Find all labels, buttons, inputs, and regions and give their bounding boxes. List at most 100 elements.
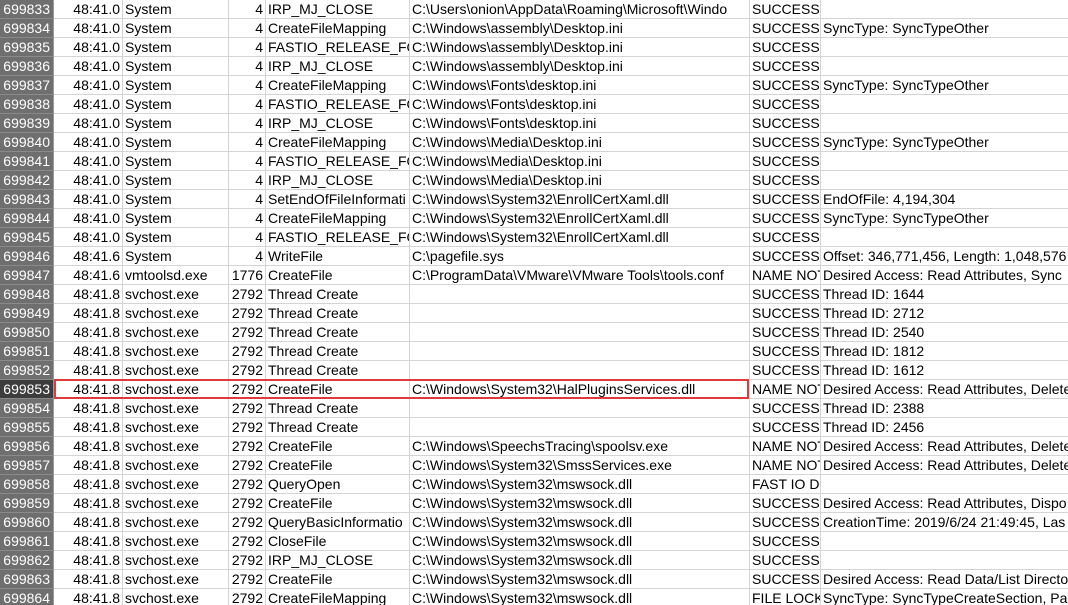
row-number-cell[interactable]: 699860 [0, 513, 54, 532]
detail-cell[interactable]: Thread ID: 1644 [821, 285, 1068, 304]
process-name-cell[interactable]: svchost.exe [123, 304, 229, 323]
time-cell[interactable]: 48:41.0 [54, 133, 123, 152]
result-cell[interactable]: SUCCESS [750, 228, 821, 247]
pid-cell[interactable]: 4 [229, 38, 266, 57]
table-row[interactable]: 699858 48:41.8 svchost.exe 2792 QueryOpen C:\… [0, 475, 1068, 494]
table-row[interactable]: 699840 48:41.0 System 4 CreateFileMapping C:\… [0, 133, 1068, 152]
path-cell[interactable]: C:\Windows\System32\EnrollCertXaml.dll [410, 209, 750, 228]
table-row[interactable]: 699848 48:41.8 svchost.exe 2792 Thread Creat… [0, 285, 1068, 304]
detail-cell[interactable]: Desired Access: Read Attributes, Delete [821, 456, 1068, 475]
process-name-cell[interactable]: System [123, 57, 229, 76]
pid-cell[interactable]: 2792 [229, 399, 266, 418]
pid-cell[interactable]: 2792 [229, 475, 266, 494]
process-name-cell[interactable]: System [123, 190, 229, 209]
row-number-cell[interactable]: 699834 [0, 19, 54, 38]
process-name-cell[interactable]: svchost.exe [123, 475, 229, 494]
operation-cell[interactable]: IRP_MJ_CLOSE [266, 57, 410, 76]
result-cell[interactable]: NAME NOT [750, 380, 821, 399]
pid-cell[interactable]: 2792 [229, 437, 266, 456]
pid-cell[interactable]: 2792 [229, 380, 266, 399]
table-row[interactable]: 69983848:41.0System4FASTIO_RELEASE_FORC:… [0, 95, 1068, 114]
path-cell[interactable] [410, 342, 750, 361]
table-row[interactable]: 699846 48:41.6 System 4 WriteFile C:\pagefile… [0, 247, 1068, 266]
pid-cell[interactable]: 4 [229, 57, 266, 76]
row-number-cell[interactable]: 699841 [0, 152, 54, 171]
table-row[interactable]: 699855 48:41.8 svchost.exe 2792 Thread Creat… [0, 418, 1068, 437]
detail-cell[interactable]: CreationTime: 2019/6/24 21:49:45, Las [821, 513, 1068, 532]
detail-cell[interactable] [821, 532, 1068, 551]
process-name-cell[interactable]: svchost.exe [123, 418, 229, 437]
table-row[interactable]: 699849 48:41.8 svchost.exe 2792 Thread Creat… [0, 304, 1068, 323]
result-cell[interactable]: SUCCESS [750, 494, 821, 513]
result-cell[interactable]: SUCCESS [750, 76, 821, 95]
process-name-cell[interactable]: svchost.exe [123, 323, 229, 342]
path-cell[interactable]: C:\Windows\System32\EnrollCertXaml.dll [410, 228, 750, 247]
table-row[interactable]: 699834 48:41.0 System 4 CreateFileMapping C:\… [0, 19, 1068, 38]
path-cell[interactable]: C:\Windows\Media\Desktop.ini [410, 133, 750, 152]
time-cell[interactable]: 48:41.0 [54, 152, 123, 171]
time-cell[interactable]: 48:41.0 [54, 171, 123, 190]
result-cell[interactable]: SUCCESS [750, 323, 821, 342]
result-cell[interactable]: FILE LOCKED [750, 589, 821, 605]
table-row[interactable]: 699853 48:41.8 svchost.exe 2792 CreateFile C:… [0, 380, 1068, 399]
detail-cell[interactable] [821, 38, 1068, 57]
path-cell[interactable]: C:\Windows\assembly\Desktop.ini [410, 19, 750, 38]
table-row[interactable]: 69983548:41.0System4FASTIO_RELEASE_FORC:… [0, 38, 1068, 57]
operation-cell[interactable]: Thread Create [266, 285, 410, 304]
operation-cell[interactable]: CreateFile [266, 437, 410, 456]
row-number-cell[interactable]: 699861 [0, 532, 54, 551]
path-cell[interactable]: C:\Windows\Media\Desktop.ini [410, 152, 750, 171]
time-cell[interactable]: 48:41.8 [54, 475, 123, 494]
pid-cell[interactable]: 4 [229, 114, 266, 133]
detail-cell[interactable]: SyncType: SyncTypeOther [821, 133, 1068, 152]
path-cell[interactable]: C:\Windows\System32\mswsock.dll [410, 532, 750, 551]
pid-cell[interactable]: 4 [229, 228, 266, 247]
table-row[interactable]: 699856 48:41.8 svchost.exe 2792 CreateFile C:… [0, 437, 1068, 456]
result-cell[interactable]: SUCCESS [750, 513, 821, 532]
time-cell[interactable]: 48:41.8 [54, 589, 123, 605]
path-cell[interactable]: C:\Windows\System32\mswsock.dll [410, 513, 750, 532]
table-row[interactable]: 699850 48:41.8 svchost.exe 2792 Thread Creat… [0, 323, 1068, 342]
table-row[interactable]: 699852 48:41.8 svchost.exe 2792 Thread Creat… [0, 361, 1068, 380]
path-cell[interactable] [410, 361, 750, 380]
table-row[interactable]: 699859 48:41.8 svchost.exe 2792 CreateFile C:… [0, 494, 1068, 513]
pid-cell[interactable]: 4 [229, 76, 266, 95]
result-cell[interactable]: SUCCESS [750, 304, 821, 323]
process-name-cell[interactable]: System [123, 133, 229, 152]
row-number-cell[interactable]: 699851 [0, 342, 54, 361]
result-cell[interactable]: SUCCESS [750, 190, 821, 209]
process-name-cell[interactable]: System [123, 114, 229, 133]
row-number-cell[interactable]: 699842 [0, 171, 54, 190]
time-cell[interactable]: 48:41.0 [54, 209, 123, 228]
result-cell[interactable]: SUCCESS [750, 551, 821, 570]
time-cell[interactable]: 48:41.8 [54, 304, 123, 323]
detail-cell[interactable]: SyncType: SyncTypeCreateSection, Pa [821, 589, 1068, 605]
pid-cell[interactable]: 2792 [229, 304, 266, 323]
detail-cell[interactable] [821, 114, 1068, 133]
process-name-cell[interactable]: svchost.exe [123, 437, 229, 456]
result-cell[interactable]: SUCCESS [750, 152, 821, 171]
path-cell[interactable]: C:\Windows\System32\mswsock.dll [410, 570, 750, 589]
row-number-cell[interactable]: 699846 [0, 247, 54, 266]
row-number-cell[interactable]: 699863 [0, 570, 54, 589]
path-cell[interactable]: C:\Windows\System32\SmssServices.exe [410, 456, 750, 475]
path-cell[interactable]: C:\Windows\System32\mswsock.dll [410, 589, 750, 605]
result-cell[interactable]: SUCCESS [750, 532, 821, 551]
time-cell[interactable]: 48:41.8 [54, 532, 123, 551]
pid-cell[interactable]: 4 [229, 152, 266, 171]
operation-cell[interactable]: CreateFile [266, 570, 410, 589]
result-cell[interactable]: FAST IO DISALLOWED [750, 475, 821, 494]
process-name-cell[interactable]: System [123, 228, 229, 247]
pid-cell[interactable]: 2792 [229, 589, 266, 605]
detail-cell[interactable]: Thread ID: 2540 [821, 323, 1068, 342]
pid-cell[interactable]: 4 [229, 95, 266, 114]
process-name-cell[interactable]: svchost.exe [123, 285, 229, 304]
detail-cell[interactable]: EndOfFile: 4,194,304 [821, 190, 1068, 209]
row-number-cell[interactable]: 699843 [0, 190, 54, 209]
path-cell[interactable]: C:\Windows\System32\mswsock.dll [410, 551, 750, 570]
row-number-cell[interactable]: 699848 [0, 285, 54, 304]
time-cell[interactable]: 48:41.0 [54, 95, 123, 114]
table-row[interactable]: 699860 48:41.8 svchost.exe 2792 QueryBasicIn… [0, 513, 1068, 532]
result-cell[interactable]: SUCCESS [750, 399, 821, 418]
result-cell[interactable]: SUCCESS [750, 0, 821, 19]
